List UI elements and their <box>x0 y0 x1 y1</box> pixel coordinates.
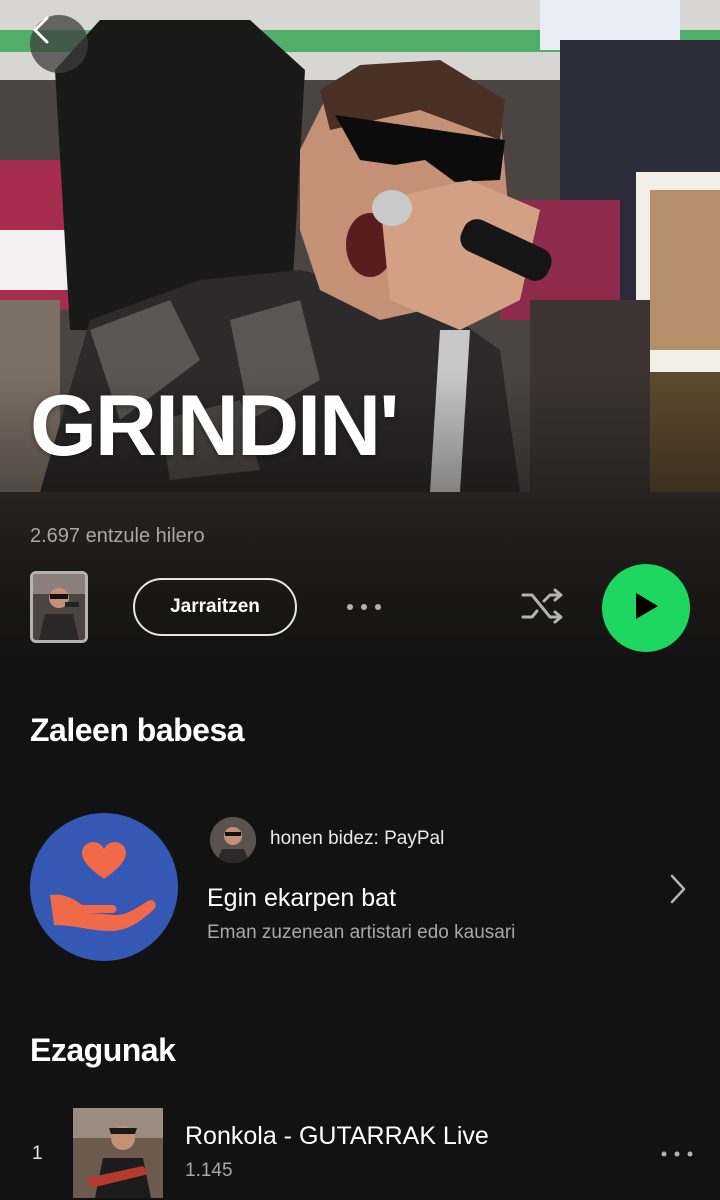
shuffle-button[interactable] <box>518 588 568 628</box>
artist-name: GRINDIN' <box>30 378 400 474</box>
paypal-avatar <box>210 817 256 863</box>
donation-title: Egin ekarpen bat <box>207 884 397 912</box>
chevron-right-icon <box>664 872 692 906</box>
donation-subtitle: Eman zuzenean artistari edo kausari <box>207 922 516 943</box>
track-title: Ronkola - GUTARRAK Live <box>185 1122 489 1150</box>
more-options-button[interactable] <box>340 592 388 622</box>
track-more-button[interactable] <box>655 1140 699 1166</box>
play-button[interactable] <box>602 564 690 652</box>
shuffle-icon <box>520 587 566 630</box>
heart-hand-icon <box>30 813 178 961</box>
track-artwork <box>73 1108 163 1198</box>
track-play-count: 1.145 <box>185 1160 233 1181</box>
artist-thumbnail[interactable] <box>30 571 88 643</box>
back-button[interactable] <box>30 15 88 73</box>
more-horizontal-icon <box>660 1144 694 1162</box>
artist-header-image: GRINDIN' <box>0 0 720 492</box>
track-row[interactable]: 1 Ronkola - GUTARRAK Live 1.145 <box>0 1100 720 1200</box>
follow-button[interactable]: Jarraitzen <box>133 578 297 636</box>
popular-heading: Ezagunak <box>30 1032 176 1068</box>
artist-actions-bar: 2.697 entzule hilero Jarraitzen <box>0 492 720 672</box>
track-number: 1 <box>32 1143 43 1164</box>
monthly-listeners: 2.697 entzule hilero <box>30 525 205 547</box>
thumbnail-image <box>33 574 85 640</box>
donation-card[interactable]: honen bidez: PayPal Egin ekarpen bat Ema… <box>0 800 720 980</box>
more-horizontal-icon <box>344 598 384 616</box>
play-icon <box>631 590 661 627</box>
fan-support-heading: Zaleen babesa <box>30 712 245 748</box>
payment-provider-text: honen bidez: PayPal <box>270 828 445 849</box>
